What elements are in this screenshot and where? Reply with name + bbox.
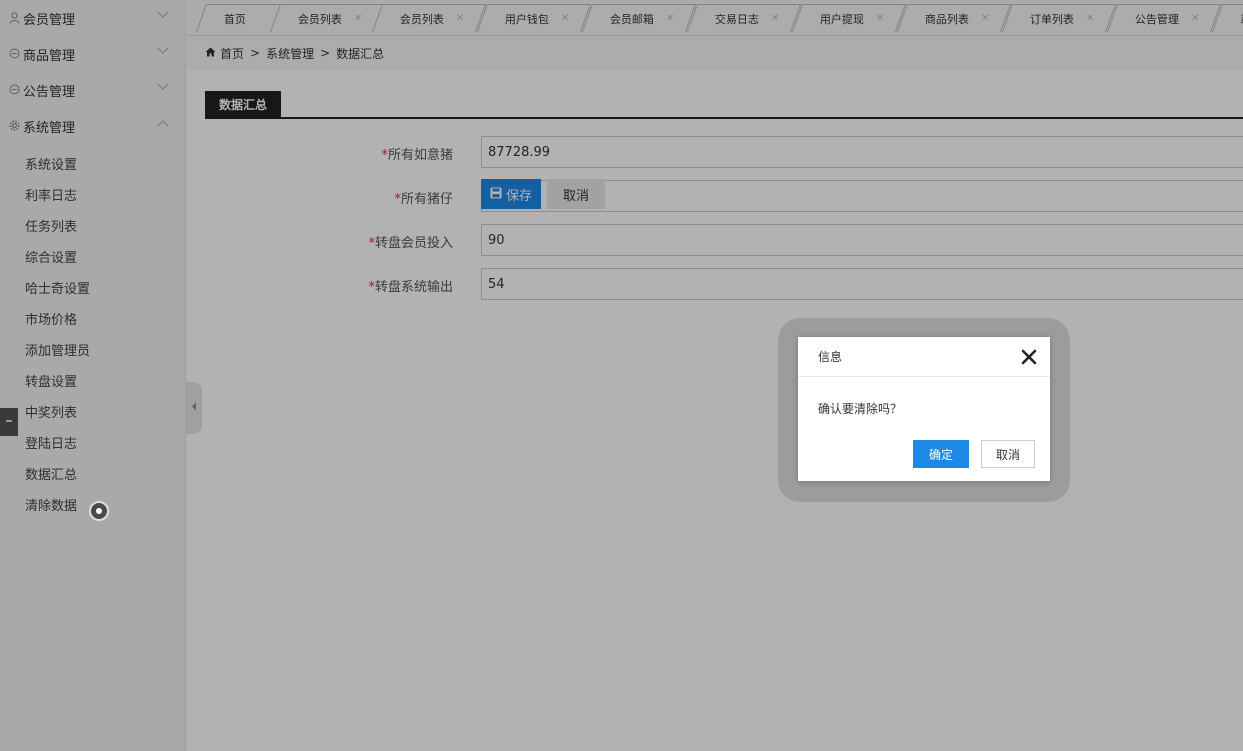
dialog-cancel-button[interactable]: 取消 (980, 440, 1035, 468)
close-icon[interactable] (1020, 348, 1038, 366)
sidebar-active-marker: – (0, 408, 18, 436)
dialog-header: 信息 (798, 337, 1050, 377)
cursor-pointer-icon (89, 501, 109, 521)
dialog-title: 信息 (818, 350, 843, 364)
dialog-message: 确认要清除吗？ (818, 402, 903, 416)
dialog-buttons: 确定 取消 (912, 440, 1035, 468)
confirm-button[interactable]: 确定 (912, 440, 969, 468)
confirm-dialog: 信息 确认要清除吗？ 确定 取消 (798, 337, 1050, 481)
